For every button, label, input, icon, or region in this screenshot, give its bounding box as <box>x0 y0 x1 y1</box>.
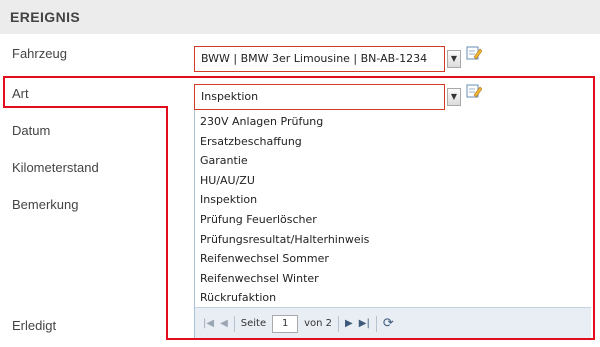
last-page-icon[interactable]: ▶| <box>359 318 370 329</box>
highlight-inner-bottom <box>3 106 168 108</box>
list-item[interactable]: Prüfungsresultat/Halterhinweis <box>195 230 591 250</box>
vehicle-select-value: BWW | BMW 3er Limousine | BN-AB-1234 <box>201 52 428 65</box>
separator <box>233 315 235 332</box>
previous-page-icon[interactable]: ◀ <box>220 318 228 329</box>
label-date: Datum <box>12 123 51 138</box>
label-vehicle: Fahrzeug <box>12 46 67 61</box>
section-title: EREIGNIS <box>10 9 81 25</box>
first-page-icon[interactable]: |◀ <box>203 318 214 329</box>
highlight-bottom-edge <box>166 338 595 340</box>
refresh-icon[interactable]: ⟳ <box>383 316 394 331</box>
list-item[interactable]: Inspektion <box>195 190 591 210</box>
list-item[interactable]: Reifenwechsel Winter <box>195 269 591 289</box>
list-item[interactable]: Reifenwechsel Sommer <box>195 249 591 269</box>
vehicle-dropdown-button[interactable]: ▼ <box>447 50 461 68</box>
page-count-label: von 2 <box>304 318 333 329</box>
vehicle-select[interactable]: BWW | BMW 3er Limousine | BN-AB-1234 <box>194 46 445 72</box>
highlight-left-edge <box>166 106 168 340</box>
pagination-toolbar: |◀ ◀ Seite 1 von 2 ▶ ▶| ⟳ <box>195 307 591 339</box>
highlight-right-edge <box>593 76 595 340</box>
separator <box>338 315 340 332</box>
list-item[interactable]: Ersatzbeschaffung <box>195 132 591 152</box>
section-header: EREIGNIS <box>0 0 600 34</box>
page-number-input[interactable]: 1 <box>272 314 299 333</box>
list-item[interactable]: 230V Anlagen Prüfung <box>195 112 591 132</box>
list-item[interactable]: Rückrufaktion <box>195 288 591 308</box>
list-item[interactable]: Garantie <box>195 151 591 171</box>
list-item[interactable]: HU/AU/ZU <box>195 171 591 191</box>
highlight-top-box <box>3 76 595 108</box>
list-item[interactable]: Prüfung Feuerlöscher <box>195 210 591 230</box>
chevron-down-icon: ▼ <box>450 54 458 63</box>
page-label: Seite <box>240 318 267 329</box>
separator <box>375 315 377 332</box>
type-dropdown-list: 230V Anlagen Prüfung Ersatzbeschaffung G… <box>194 110 591 339</box>
edit-vehicle-icon[interactable] <box>466 45 482 61</box>
label-remark: Bemerkung <box>12 197 79 212</box>
label-done: Erledigt <box>12 318 57 333</box>
label-mileage: Kilometerstand <box>12 160 99 175</box>
next-page-icon[interactable]: ▶ <box>345 318 353 329</box>
